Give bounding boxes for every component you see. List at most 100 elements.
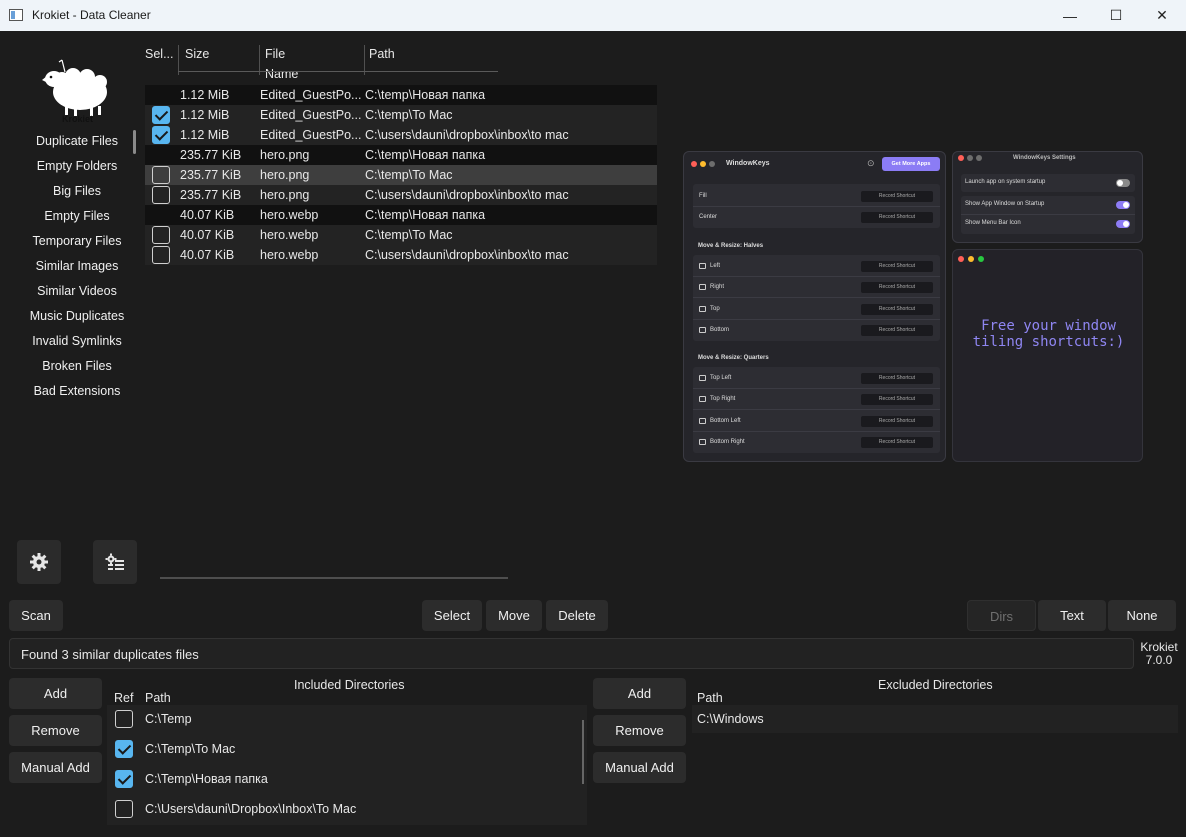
sidebar-scrollbar[interactable] — [133, 130, 136, 154]
bottom-right-quarter-icon — [699, 439, 706, 445]
row-select-checkbox[interactable] — [152, 226, 170, 244]
column-header-select[interactable]: Sel... — [145, 44, 174, 74]
table-row-group-header[interactable]: 1.12 MiB Edited_GuestPo... C:\temp\Новая… — [145, 85, 657, 105]
settings-button[interactable] — [17, 540, 61, 584]
preview-launch-group: Launch app on system startup — [961, 174, 1135, 192]
tool-settings-button[interactable] — [93, 540, 137, 584]
maximize-button[interactable]: ☐ — [1093, 0, 1139, 31]
none-button[interactable]: None — [1108, 600, 1176, 631]
bottom-half-icon — [699, 327, 706, 333]
version-label: 7.0.0 — [1145, 653, 1173, 667]
excluded-manual-add-button[interactable]: Manual Add — [593, 752, 686, 783]
included-path[interactable]: C:\Temp\Новая папка — [145, 772, 268, 786]
sidebar-item-bad-extensions[interactable]: Bad Extensions — [10, 381, 144, 406]
row-select-checkbox[interactable] — [152, 186, 170, 204]
title-bar: Krokiet - Data Cleaner — ☐ ✕ — [0, 0, 1186, 31]
close-dot-icon — [691, 161, 697, 167]
record-shortcut-badge: Record Shortcut — [861, 304, 933, 315]
record-shortcut-badge: Record Shortcut — [861, 437, 933, 448]
ref-checkbox[interactable] — [115, 770, 133, 788]
sidebar-item-empty-folders[interactable]: Empty Folders — [10, 156, 144, 181]
file-name-cell: hero.png — [260, 148, 310, 162]
sidebar-item-similar-images[interactable]: Similar Images — [10, 256, 144, 281]
sidebar-item-temporary-files[interactable]: Temporary Files — [10, 231, 144, 256]
preview-bottom-left-label: Bottom Left — [710, 418, 741, 424]
table-row[interactable]: 1.12 MiB Edited_GuestPo... C:\users\daun… — [145, 125, 657, 145]
preview-divider — [693, 276, 940, 277]
excluded-path-header[interactable]: Path — [697, 691, 723, 705]
path-cell: C:\temp\To Mac — [365, 168, 453, 182]
included-path-header[interactable]: Path — [145, 691, 171, 705]
included-path[interactable]: C:\Users\dauni\Dropbox\Inbox\To Mac — [145, 802, 356, 816]
record-shortcut-badge: Record Shortcut — [861, 416, 933, 427]
column-header-size[interactable]: Size — [185, 44, 209, 74]
row-select-checkbox[interactable] — [152, 246, 170, 264]
move-button[interactable]: Move — [486, 600, 542, 631]
row-select-checkbox[interactable] — [152, 106, 170, 124]
excluded-directories-list — [692, 705, 1178, 733]
dirs-button[interactable]: Dirs — [967, 600, 1036, 631]
preview-halves-title: Move & Resize: Halves — [698, 243, 764, 249]
logo-text: Krokiet — [61, 114, 93, 124]
preview-divider — [693, 431, 940, 432]
ref-checkbox[interactable] — [115, 800, 133, 818]
table-row[interactable]: 1.12 MiB Edited_GuestPo... C:\temp\To Ma… — [145, 105, 657, 125]
included-add-button[interactable]: Add — [9, 678, 102, 709]
row-select-checkbox[interactable] — [152, 166, 170, 184]
included-scrollbar[interactable] — [582, 720, 584, 784]
table-row[interactable]: 40.07 KiB hero.webp C:\temp\To Mac — [145, 225, 657, 245]
row-select-checkbox[interactable] — [152, 126, 170, 144]
preview-settings-icon: ⊙ — [867, 158, 875, 168]
ref-checkbox[interactable] — [115, 740, 133, 758]
scan-button[interactable]: Scan — [9, 600, 63, 631]
excluded-path[interactable]: C:\Windows — [697, 712, 764, 726]
minimize-dot-icon — [968, 256, 974, 262]
sidebar-item-music-duplicates[interactable]: Music Duplicates — [10, 306, 144, 331]
table-row-selected[interactable]: 235.77 KiB hero.png C:\temp\To Mac — [145, 165, 657, 185]
column-header-file-name[interactable]: File Name — [265, 44, 298, 81]
krokiet-logo: Krokiet — [40, 52, 115, 126]
size-cell: 235.77 KiB — [180, 168, 242, 182]
included-remove-button[interactable]: Remove — [9, 715, 102, 746]
status-message: Found 3 similar duplicates files — [9, 638, 1134, 669]
table-row[interactable]: 235.77 KiB hero.png C:\users\dauni\dropb… — [145, 185, 657, 205]
excluded-remove-button[interactable]: Remove — [593, 715, 686, 746]
delete-button[interactable]: Delete — [546, 600, 608, 631]
top-left-quarter-icon — [699, 375, 706, 381]
included-manual-add-button[interactable]: Manual Add — [9, 752, 102, 783]
preview-divider — [693, 409, 940, 410]
table-row[interactable]: 40.07 KiB hero.webp C:\users\dauni\dropb… — [145, 245, 657, 265]
close-button[interactable]: ✕ — [1139, 0, 1185, 31]
sidebar-item-broken-files[interactable]: Broken Files — [10, 356, 144, 381]
column-header-path[interactable]: Path — [369, 44, 395, 74]
sidebar-item-empty-files[interactable]: Empty Files — [10, 206, 144, 231]
included-directories-title: Included Directories — [294, 678, 405, 692]
record-shortcut-badge: Record Shortcut — [861, 261, 933, 272]
table-row-group-header[interactable]: 40.07 KiB hero.webp C:\temp\Новая папка — [145, 205, 657, 225]
header-underline — [178, 71, 498, 72]
path-cell: C:\temp\To Mac — [365, 228, 453, 242]
tool-sidebar: Duplicate Files Empty Folders Big Files … — [10, 131, 144, 406]
excluded-add-button[interactable]: Add — [593, 678, 686, 709]
included-path[interactable]: C:\Temp — [145, 712, 192, 726]
text-button[interactable]: Text — [1038, 600, 1106, 631]
minimize-button[interactable]: — — [1047, 0, 1093, 31]
sidebar-item-big-files[interactable]: Big Files — [10, 181, 144, 206]
table-row-group-header[interactable]: 235.77 KiB hero.png C:\temp\Новая папка — [145, 145, 657, 165]
preview-note-line1: Free your window — [981, 318, 1116, 334]
preview-divider — [961, 214, 1135, 215]
included-ref-header[interactable]: Ref — [114, 691, 133, 705]
sidebar-item-invalid-symlinks[interactable]: Invalid Symlinks — [10, 331, 144, 356]
minimize-dot-icon — [700, 161, 706, 167]
preview-center-label: Center — [699, 214, 718, 220]
sidebar-item-similar-videos[interactable]: Similar Videos — [10, 281, 144, 306]
included-path[interactable]: C:\Temp\To Mac — [145, 742, 235, 756]
sidebar-item-duplicate-files[interactable]: Duplicate Files — [10, 131, 144, 156]
size-cell: 40.07 KiB — [180, 248, 235, 262]
preview-bottom-label: Bottom — [710, 327, 730, 333]
file-name-cell: hero.webp — [260, 208, 319, 222]
preview-top-left-label: Top Left — [710, 375, 732, 381]
ref-checkbox[interactable] — [115, 710, 133, 728]
select-button[interactable]: Select — [422, 600, 482, 631]
results-horizontal-scrollbar[interactable] — [160, 577, 508, 579]
